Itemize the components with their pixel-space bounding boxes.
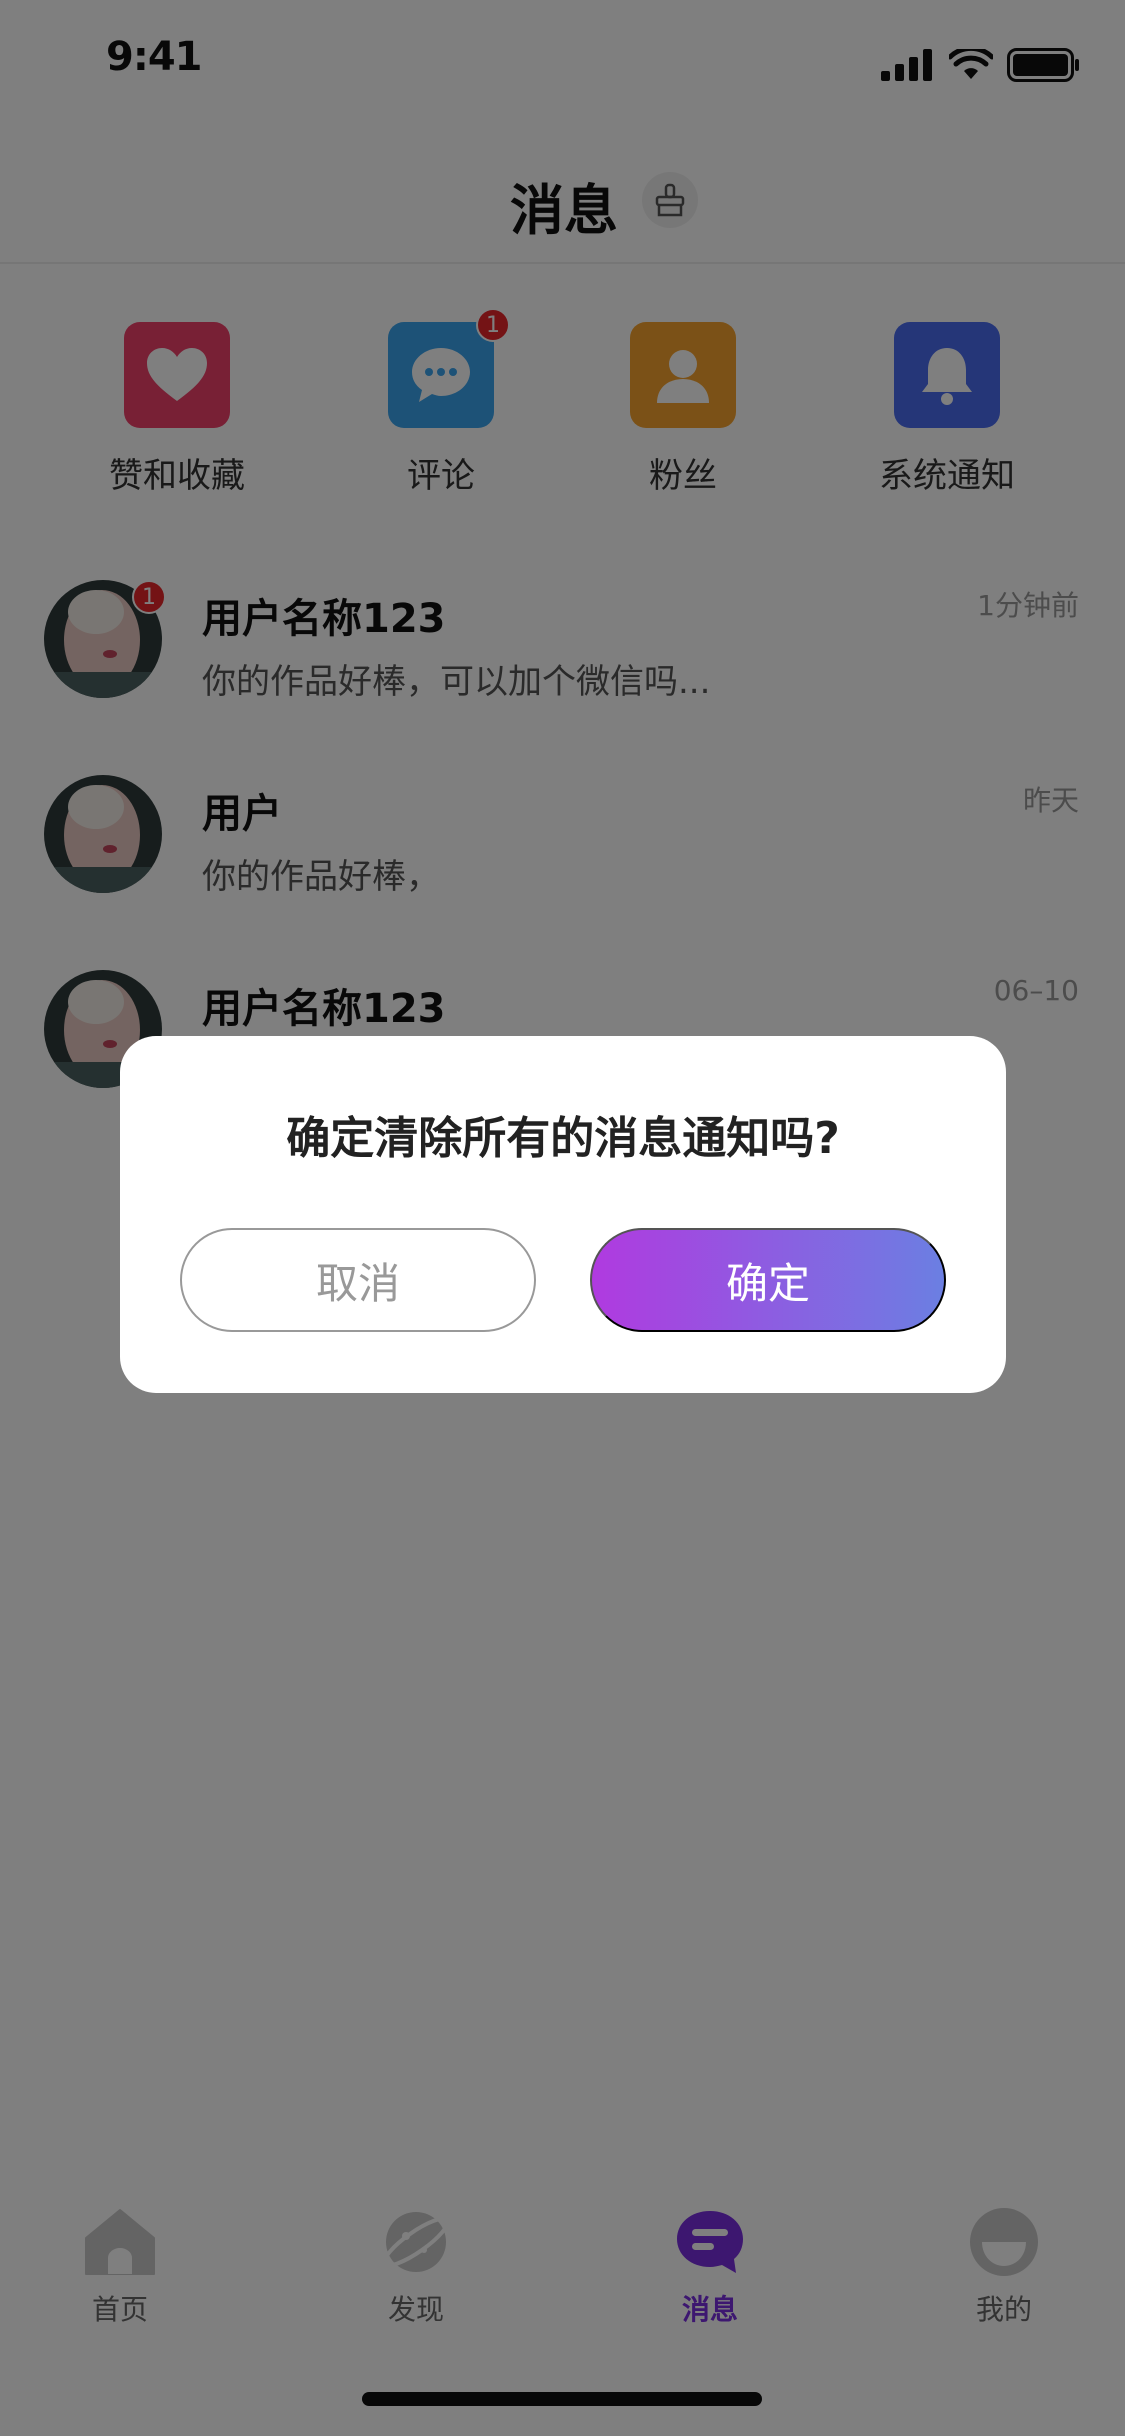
cancel-button[interactable]: 取消	[180, 1228, 536, 1332]
confirm-dialog: 确定清除所有的消息通知吗? 取消 确定	[120, 1036, 1006, 1393]
confirm-button[interactable]: 确定	[590, 1228, 946, 1332]
dialog-message: 确定清除所有的消息通知吗?	[286, 1113, 840, 1164]
